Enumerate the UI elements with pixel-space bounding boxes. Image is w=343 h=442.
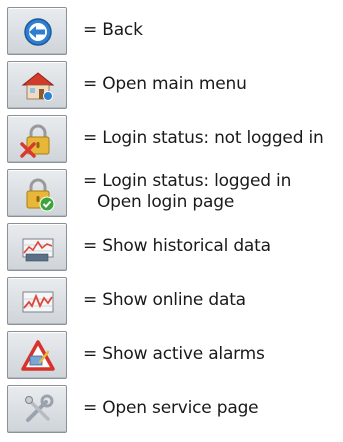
legend-row-main-menu: = Open main menu: [3, 61, 341, 109]
login-status-logged-in-button[interactable]: [7, 169, 67, 217]
online-data-button[interactable]: [7, 277, 67, 325]
legend-label-logged-in-line1: = Login status: logged in: [83, 171, 292, 191]
legend-row-online-data: = Show online data: [3, 277, 341, 325]
legend-row-service-page: = Open service page: [3, 385, 341, 433]
legend-row-not-logged-in: = Login status: not logged in: [3, 115, 341, 163]
legend-label-historical-data: = Show historical data: [83, 236, 271, 256]
main-menu-button[interactable]: [7, 61, 67, 109]
legend-label-logged-in-line2: Open login page: [97, 192, 235, 212]
lock-not-logged-in-icon: [20, 124, 50, 158]
back-arrow-icon: [24, 18, 52, 46]
legend-row-back: = Back: [3, 7, 341, 55]
lock-logged-in-icon: [26, 178, 55, 212]
historical-data-button[interactable]: [7, 223, 67, 271]
legend-label-not-logged-in: = Login status: not logged in: [83, 128, 324, 148]
legend-row-historical-data: = Show historical data: [3, 223, 341, 271]
legend-label-logged-in: = Login status: logged in Open login pag…: [83, 171, 291, 213]
active-alarms-button[interactable]: [7, 331, 67, 379]
legend-label-service-page: = Open service page: [83, 398, 259, 418]
online-data-trend-icon: [22, 291, 54, 313]
legend-row-active-alarms: = Show active alarms: [3, 331, 341, 379]
service-page-button[interactable]: [7, 385, 67, 433]
legend-row-logged-in: = Login status: logged in Open login pag…: [3, 169, 341, 217]
legend-label-online-data: = Show online data: [83, 290, 246, 310]
login-status-not-logged-in-button[interactable]: [7, 115, 67, 163]
home-house-icon: [21, 72, 55, 101]
alarm-warning-icon: [21, 340, 55, 371]
legend-label-back: = Back: [83, 20, 143, 40]
historical-data-chart-icon: [22, 238, 54, 262]
service-tools-icon: [25, 394, 54, 422]
back-button[interactable]: [7, 7, 67, 55]
legend-label-main-menu: = Open main menu: [83, 74, 247, 94]
legend-label-active-alarms: = Show active alarms: [83, 344, 265, 364]
